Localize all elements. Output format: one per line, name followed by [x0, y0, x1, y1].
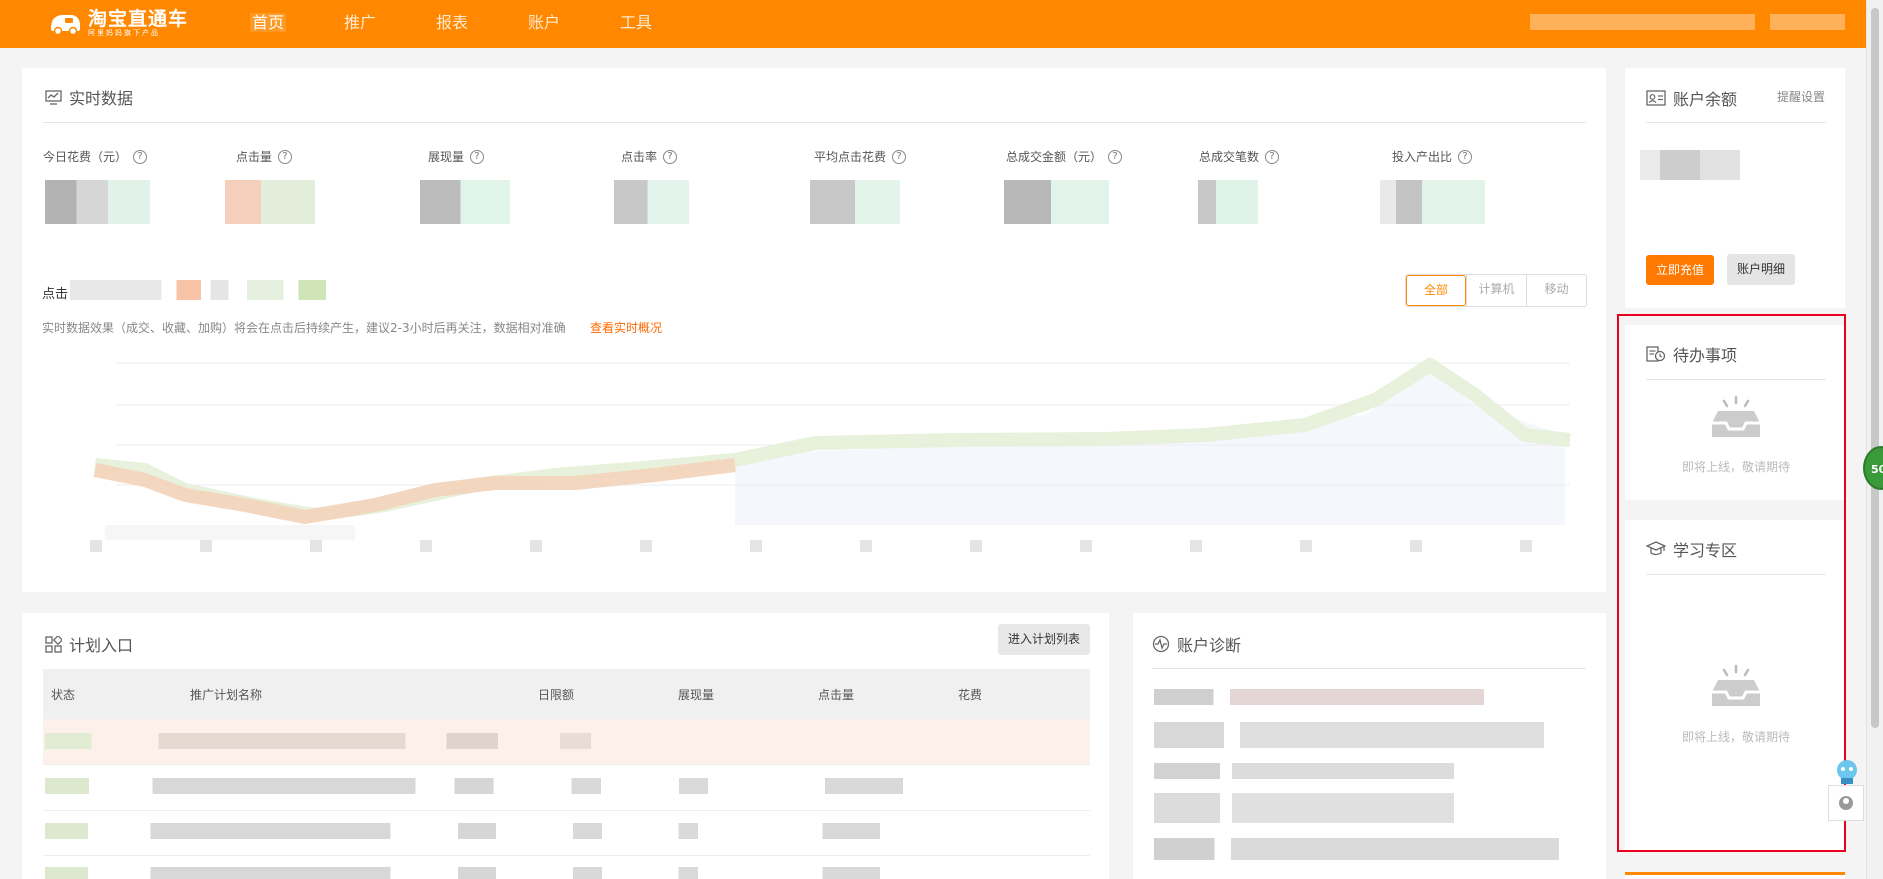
reminder-settings-link[interactable]: 提醒设置 [1777, 88, 1825, 105]
account-balance-title: 账户余额 [1646, 86, 1737, 110]
account-diagnosis-title: 账户诊断 [1152, 632, 1241, 656]
chart-legend-blurred[interactable] [70, 280, 375, 300]
brand-logo[interactable]: 淘宝直通车 阿里妈妈旗下产品 [48, 6, 188, 40]
metric-value-blurred [1380, 180, 1485, 224]
diagnosis-item-blurred[interactable] [1154, 722, 1544, 748]
help-icon[interactable]: ? [1458, 149, 1473, 164]
metric-value-blurred [810, 180, 900, 224]
tab-computer[interactable]: 计算机 [1466, 275, 1526, 306]
divider [43, 122, 1586, 123]
diagnosis-item-blurred[interactable] [1154, 838, 1559, 860]
divider [1152, 668, 1586, 669]
metric-today-cost: 今日花费（元）? [43, 148, 148, 165]
help-icon[interactable]: ? [1108, 149, 1123, 164]
help-icon[interactable]: ? [278, 149, 293, 164]
metric-impressions: 展现量? [428, 148, 485, 165]
diagnosis-item-blurred[interactable] [1154, 793, 1454, 823]
floating-help-button[interactable] [1828, 785, 1864, 821]
help-icon[interactable]: ? [470, 149, 485, 164]
main-nav: 首页 推广 报表 账户 工具 [222, 0, 682, 48]
table-row[interactable] [45, 823, 1005, 839]
recharge-button[interactable]: 立即充值 [1646, 255, 1714, 285]
car-logo-icon [51, 15, 80, 36]
column-impressions[interactable]: 展现量 [678, 686, 714, 703]
diagnosis-item-blurred[interactable] [1154, 689, 1484, 705]
assistant-mascot-icon[interactable] [1833, 758, 1861, 786]
support-icon [1839, 796, 1853, 810]
scrollbar-thumb[interactable] [1871, 8, 1879, 728]
realtime-chart-blurred [90, 358, 1571, 552]
table-row[interactable] [45, 867, 1005, 879]
diagnosis-item-blurred[interactable] [1154, 763, 1454, 779]
row-divider [43, 764, 1090, 765]
nav-promotion[interactable]: 推广 [314, 0, 406, 48]
column-daily-limit[interactable]: 日限额 [538, 686, 574, 703]
nav-home[interactable]: 首页 [222, 0, 314, 48]
table-row[interactable] [45, 733, 1075, 749]
row-divider [43, 855, 1090, 856]
diagnosis-icon [1152, 635, 1170, 653]
user-menu-blurred[interactable] [1770, 14, 1845, 30]
metric-value-blurred [225, 180, 315, 224]
id-card-icon [1646, 90, 1666, 106]
tab-all-devices[interactable]: 全部 [1406, 275, 1466, 306]
help-icon[interactable]: ? [663, 149, 678, 164]
brand-title: 淘宝直通车 [88, 7, 189, 30]
top-navigation-bar: 淘宝直通车 阿里妈妈旗下产品 首页 推广 报表 账户 工具 [0, 0, 1866, 48]
nav-account[interactable]: 账户 [498, 0, 590, 48]
divider [1646, 122, 1826, 123]
tab-mobile[interactable]: 移动 [1526, 275, 1586, 306]
metric-value-blurred [45, 180, 150, 224]
realtime-data-title: 实时数据 [45, 85, 133, 109]
metric-ctr: 点击率? [621, 148, 678, 165]
grid-apps-icon [45, 635, 62, 653]
column-clicks[interactable]: 点击量 [818, 686, 854, 703]
user-info-blurred[interactable] [1530, 14, 1755, 30]
metric-value-blurred [420, 180, 510, 224]
help-icon[interactable]: ? [1265, 149, 1280, 164]
chart-metric-label: 点击 [42, 287, 69, 302]
row-divider [43, 810, 1090, 811]
metric-orders: 总成交笔数? [1199, 148, 1280, 165]
metric-gmv: 总成交金额（元）? [1006, 148, 1123, 165]
nav-tools[interactable]: 工具 [590, 0, 682, 48]
column-plan-name[interactable]: 推广计划名称 [190, 686, 262, 703]
device-filter: 全部 计算机 移动 [1405, 274, 1587, 307]
metric-value-blurred [614, 180, 689, 224]
metric-clicks: 点击量? [236, 148, 293, 165]
next-panel-edge [1625, 872, 1845, 879]
metric-value-blurred [1004, 180, 1109, 224]
help-icon[interactable]: ? [892, 149, 907, 164]
metric-roi: 投入产出比? [1392, 148, 1473, 165]
realtime-note: 实时数据效果（成交、收藏、加购）将会在点击后持续产生，建议2-3小时后再关注，数… [42, 321, 566, 335]
metric-avg-cpc: 平均点击花费? [814, 148, 907, 165]
page-scrollbar[interactable] [1866, 0, 1883, 879]
metric-value-blurred [1198, 180, 1258, 224]
balance-value-blurred [1640, 150, 1740, 180]
plan-entry-title: 计划入口 [45, 632, 133, 656]
monitor-chart-icon [45, 89, 62, 105]
brand-subtitle: 阿里妈妈旗下产品 [88, 28, 160, 37]
help-icon[interactable]: ? [133, 149, 148, 164]
column-cost[interactable]: 花费 [958, 686, 982, 703]
highlight-box [1617, 314, 1846, 852]
view-realtime-overview-link[interactable]: 查看实时概况 [590, 319, 662, 336]
table-row[interactable] [45, 778, 1020, 794]
enter-plan-list-button[interactable]: 进入计划列表 [998, 624, 1090, 655]
nav-reports[interactable]: 报表 [406, 0, 498, 48]
column-status[interactable]: 状态 [51, 686, 75, 703]
account-detail-button[interactable]: 账户明细 [1727, 254, 1795, 285]
